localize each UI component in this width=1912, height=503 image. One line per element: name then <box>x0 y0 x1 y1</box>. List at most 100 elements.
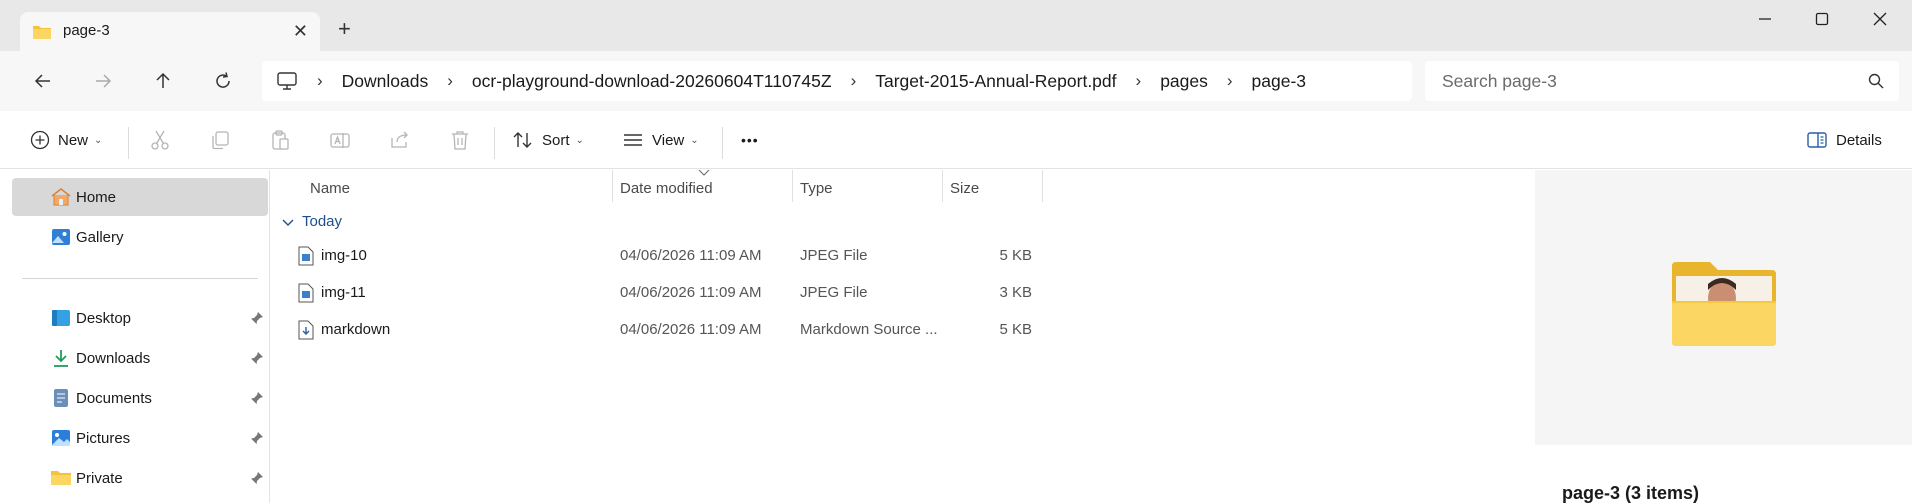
chevron-right-icon[interactable]: › <box>1227 71 1233 91</box>
column-divider[interactable] <box>792 170 793 202</box>
close-tab-button[interactable]: ✕ <box>293 20 308 42</box>
divider <box>128 127 129 159</box>
delete-icon[interactable] <box>449 129 471 151</box>
table-row[interactable]: img-10 04/06/2026 11:09 AM JPEG File 5 K… <box>270 238 1050 274</box>
group-label: Today <box>302 213 343 230</box>
column-divider[interactable] <box>1042 170 1043 202</box>
desktop-icon <box>52 310 70 326</box>
more-icon: ••• <box>741 132 759 148</box>
arrow-up-icon <box>156 72 170 88</box>
breadcrumb-target-report[interactable]: Target-2015-Annual-Report.pdf <box>875 71 1116 92</box>
sidebar-item-pictures[interactable]: Pictures <box>12 419 268 457</box>
pin-icon[interactable] <box>250 431 264 445</box>
view-button[interactable]: View ⌄ <box>622 125 699 155</box>
column-header-label: Size <box>950 179 980 197</box>
copy-icon[interactable] <box>209 129 231 151</box>
column-header-size[interactable]: Size <box>950 170 979 206</box>
view-button-label: View <box>652 131 685 149</box>
pin-icon[interactable] <box>250 311 264 325</box>
pin-icon[interactable] <box>250 351 264 365</box>
refresh-icon <box>216 72 230 88</box>
table-row[interactable]: markdown 04/06/2026 11:09 AM Markdown So… <box>270 312 1050 348</box>
sidebar-item-desktop[interactable]: Desktop <box>12 299 268 337</box>
table-row[interactable]: img-11 04/06/2026 11:09 AM JPEG File 3 K… <box>270 275 1050 311</box>
view-icon <box>624 134 642 146</box>
column-header-label: Date modified <box>620 179 713 197</box>
sidebar-item-label: Home <box>76 188 117 206</box>
sidebar-item-downloads[interactable]: Downloads <box>12 339 268 377</box>
details-button[interactable]: Details <box>1806 125 1882 155</box>
details-pane-icon <box>1807 132 1827 148</box>
file-size: 5 KB <box>999 321 1032 338</box>
this-pc-icon <box>277 72 297 90</box>
sidebar-item-label: Pictures <box>76 429 131 447</box>
add-icon <box>30 130 50 150</box>
column-header-label: Name <box>310 179 351 197</box>
chevron-down-icon: ⌄ <box>575 134 584 146</box>
rename-icon[interactable] <box>329 129 351 151</box>
arrow-right-icon <box>96 74 112 88</box>
breadcrumb-ocr-playground[interactable]: ocr-playground-download-20260604T110745Z <box>472 71 832 92</box>
file-type: JPEG File <box>800 284 868 301</box>
back-button[interactable] <box>29 67 57 95</box>
breadcrumb-downloads[interactable]: Downloads <box>342 71 429 92</box>
chevron-right-icon[interactable]: › <box>447 71 453 91</box>
cut-icon[interactable] <box>149 129 171 151</box>
group-header-today[interactable]: Today <box>282 213 342 230</box>
address-bar[interactable]: › Downloads › ocr-playground-download-20… <box>262 61 1412 101</box>
details-pane: page-3 (3 items) <box>1535 170 1912 503</box>
search-placeholder: Search page-3 <box>1442 71 1557 91</box>
navigation-pane: Home Gallery Desktop Downloads Documents… <box>0 170 270 503</box>
sidebar-item-home[interactable]: Home <box>12 178 268 216</box>
minimize-button[interactable] <box>1754 8 1776 30</box>
tab-title: page-3 <box>63 22 110 39</box>
divider <box>494 127 495 159</box>
forward-button[interactable] <box>89 67 117 95</box>
column-header-name[interactable]: Name <box>310 170 350 206</box>
sort-button[interactable]: Sort ⌄ <box>512 125 584 155</box>
breadcrumb-page-3[interactable]: page-3 <box>1252 71 1307 92</box>
new-button-label: New <box>58 131 89 149</box>
breadcrumb-pages[interactable]: pages <box>1160 71 1208 92</box>
sidebar-item-label: Gallery <box>76 228 124 246</box>
pin-icon[interactable] <box>250 471 264 485</box>
arrow-left-icon <box>34 74 50 88</box>
sidebar-divider <box>22 278 258 279</box>
markdown-file-icon <box>298 320 314 340</box>
chevron-right-icon[interactable]: › <box>1136 71 1142 91</box>
tab-page-3[interactable]: page-3 ✕ <box>20 12 320 52</box>
sort-icon <box>513 132 532 148</box>
folder-icon <box>33 26 51 39</box>
column-divider[interactable] <box>612 170 613 202</box>
new-tab-button[interactable]: + <box>338 18 351 40</box>
column-header-type[interactable]: Type <box>800 170 833 206</box>
share-icon[interactable] <box>389 129 411 151</box>
home-icon <box>51 187 71 206</box>
sidebar-item-private[interactable]: Private <box>12 459 268 497</box>
chevron-right-icon: › <box>317 71 323 90</box>
documents-icon <box>54 389 68 407</box>
more-options-button[interactable]: ••• <box>741 125 759 155</box>
chevron-down-icon: ⌄ <box>94 134 103 146</box>
paste-icon[interactable] <box>269 129 291 151</box>
close-window-button[interactable] <box>1869 8 1891 30</box>
sidebar-item-documents[interactable]: Documents <box>12 379 268 417</box>
command-bar: New ⌄ Sort ⌄ View ⌄ ••• Details <box>0 111 1912 169</box>
column-divider[interactable] <box>942 170 943 202</box>
sidebar-item-gallery[interactable]: Gallery <box>12 218 268 256</box>
pin-icon[interactable] <box>250 391 264 405</box>
new-button[interactable]: New ⌄ <box>30 125 102 155</box>
search-input[interactable]: Search page-3 <box>1425 61 1899 101</box>
download-icon <box>54 350 68 367</box>
jpeg-file-icon <box>298 283 314 303</box>
maximize-button[interactable] <box>1811 8 1833 30</box>
jpeg-file-icon <box>298 246 314 266</box>
sidebar-item-label: Desktop <box>76 309 132 327</box>
up-button[interactable] <box>149 67 177 95</box>
file-type: Markdown Source ... <box>800 321 938 338</box>
minimize-icon <box>1759 18 1771 20</box>
column-header-date-modified[interactable]: Date modified <box>620 170 713 206</box>
chevron-right-icon[interactable]: › <box>851 71 857 91</box>
sidebar-item-label: Downloads <box>76 349 151 367</box>
refresh-button[interactable] <box>209 67 237 95</box>
